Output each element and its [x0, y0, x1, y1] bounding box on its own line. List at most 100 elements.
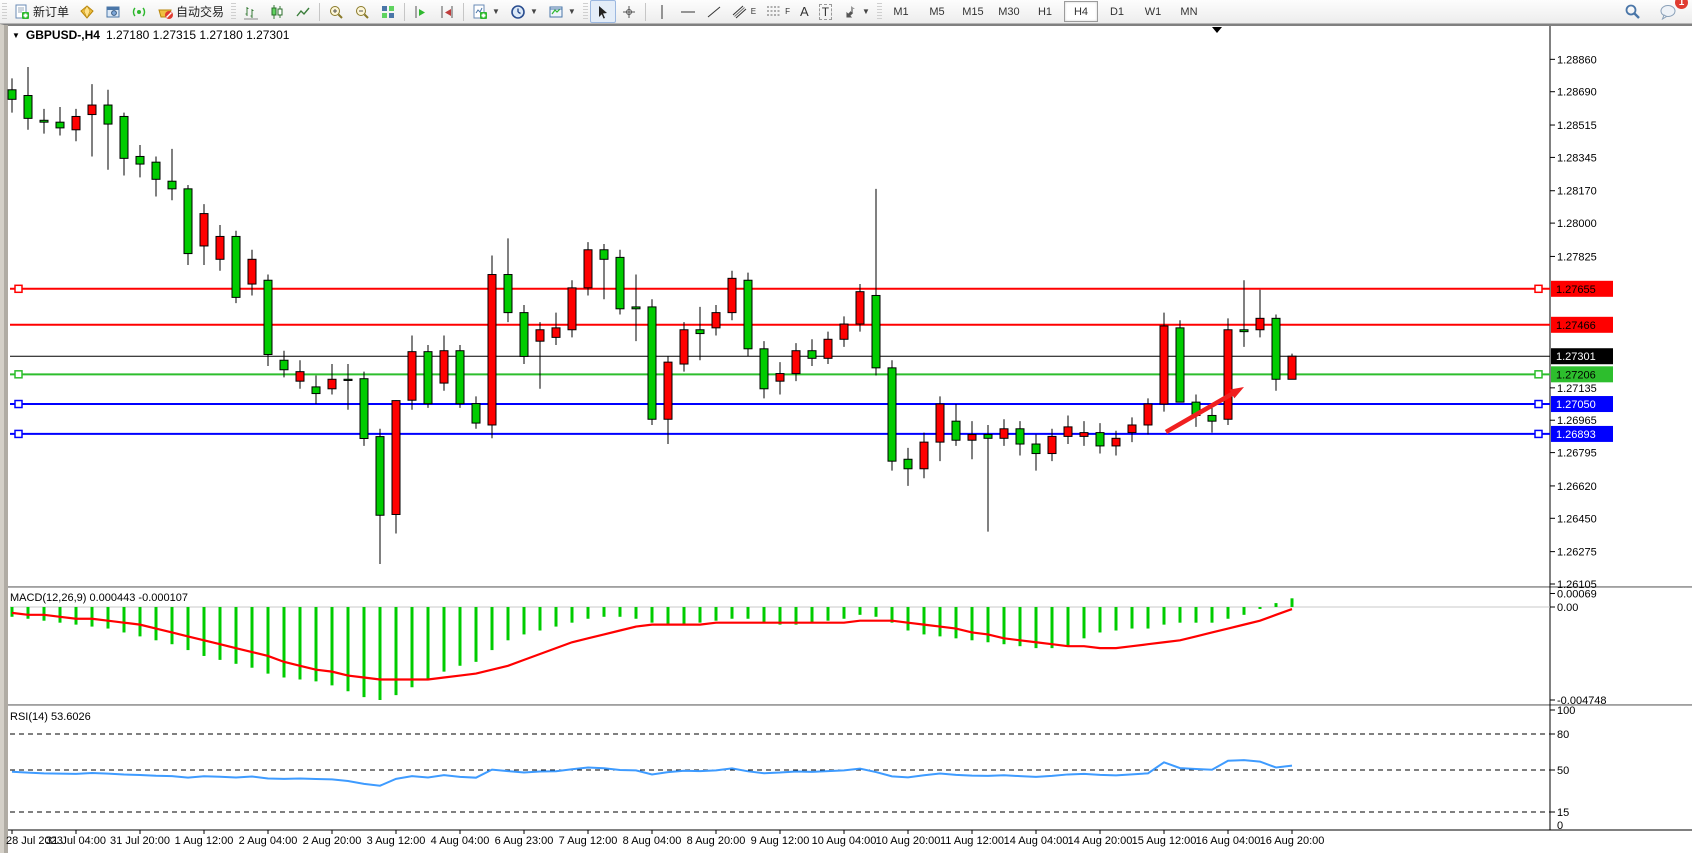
hline-handle [15, 371, 22, 378]
cursor-arrow-icon [595, 4, 611, 20]
indicators-button[interactable]: ▼ [467, 0, 505, 23]
templates-button[interactable]: ▼ [543, 0, 581, 23]
timeframe-h1-button[interactable]: H1 [1028, 1, 1062, 22]
candle-body-up [968, 435, 976, 441]
fibonacci-tool-button[interactable]: F [761, 0, 795, 23]
candle-body-down [1240, 330, 1248, 332]
candle-body-up [1128, 425, 1136, 433]
notifications-button[interactable]: 1 [1654, 0, 1682, 23]
candle-body-up [1288, 356, 1296, 379]
timeframe-h4-button[interactable]: H4 [1064, 1, 1098, 22]
chart-frame [4, 25, 1692, 853]
timeframe-d1-button[interactable]: D1 [1100, 1, 1134, 22]
candle-body-up [664, 362, 672, 419]
gold-diamond-icon [79, 4, 95, 20]
signals-button[interactable] [126, 0, 152, 23]
timeframe-toolbar: M1M5M15M30H1H4D1W1MN [884, 1, 1206, 22]
timeframe-m15-button[interactable]: M15 [956, 1, 990, 22]
zoom-in-button[interactable] [323, 0, 349, 23]
notification-badge: 1 [1675, 0, 1688, 9]
hline-price-tag-label: 1.27301 [1556, 351, 1596, 363]
timeframe-w1-button[interactable]: W1 [1136, 1, 1170, 22]
chart-canvas[interactable]: 1.288601.286901.285151.283451.281701.280… [4, 25, 1692, 853]
market-watch-button[interactable] [74, 0, 100, 23]
candle-body-down [504, 275, 512, 313]
date-label: 6 Aug 23:00 [495, 835, 554, 847]
arrows-tool-button[interactable]: ▼ [837, 0, 875, 23]
date-label: 31 Jul 20:00 [110, 835, 170, 847]
candle-body-up [216, 236, 224, 259]
candle-body-up [1224, 330, 1232, 420]
candlestick-icon [269, 4, 285, 20]
auto-scroll-button[interactable] [408, 0, 434, 23]
price-tick-label: 1.26965 [1557, 415, 1597, 427]
line-chart-type-button[interactable] [290, 0, 316, 23]
tile-windows-button[interactable] [375, 0, 401, 23]
timeframe-m1-button[interactable]: M1 [884, 1, 918, 22]
horizontal-line-tool-button[interactable] [675, 0, 701, 23]
template-icon [548, 4, 564, 20]
chart-shift-button[interactable] [434, 0, 460, 23]
candle-body-down [1032, 444, 1040, 454]
price-tick-label: 1.28860 [1557, 54, 1597, 66]
text-tool-button[interactable]: A [795, 0, 814, 23]
crosshair-tool-button[interactable] [616, 0, 642, 23]
candle-body-down [904, 459, 912, 469]
candle-body-up [408, 352, 416, 401]
new-order-button[interactable]: 新订单 [9, 0, 74, 23]
toolbar-grip[interactable] [2, 3, 7, 21]
hline-handle [15, 285, 22, 292]
hline-price-tag-label: 1.27466 [1556, 320, 1596, 332]
candle-body-up [792, 351, 800, 374]
chart-title-toggle-icon[interactable]: ▼ [12, 31, 20, 40]
main-toolbar: 新订单 自动交易 [0, 0, 1692, 24]
candle-body-up [824, 339, 832, 358]
candle-body-down [1096, 433, 1104, 446]
candle-body-up [1080, 433, 1088, 437]
candle-body-up [1064, 427, 1072, 437]
candle-body-down [1016, 429, 1024, 444]
data-window-button[interactable] [100, 0, 126, 23]
hline-price-tag-label: 1.27050 [1556, 399, 1596, 411]
candle-body-down [376, 437, 384, 516]
hline-handle [1535, 285, 1542, 292]
candle-body-up [200, 214, 208, 246]
vertical-line-icon [654, 4, 670, 20]
candle-body-down [456, 351, 464, 404]
timeframe-m30-button[interactable]: M30 [992, 1, 1026, 22]
bar-chart-type-button[interactable] [238, 0, 264, 23]
text-label-tool-button[interactable]: T [814, 0, 837, 23]
blue-window-icon [105, 4, 121, 20]
rsi-axis-label: 0 [1557, 820, 1563, 832]
candle-body-down [280, 360, 288, 370]
channel-tool-button[interactable]: E [727, 0, 761, 23]
toolbar-grip[interactable] [877, 3, 882, 21]
timeframe-m5-button[interactable]: M5 [920, 1, 954, 22]
price-tick-label: 1.26795 [1557, 448, 1597, 460]
candle-body-down [888, 368, 896, 461]
periods-button[interactable]: ▼ [505, 0, 543, 23]
auto-trading-button[interactable]: 自动交易 [152, 0, 229, 23]
search-button[interactable] [1619, 0, 1646, 23]
signal-waves-icon [131, 4, 147, 20]
candle-chart-type-button[interactable] [264, 0, 290, 23]
toolbar-grip[interactable] [583, 3, 588, 21]
chart-window[interactable]: 1.288601.286901.285151.283451.281701.280… [0, 24, 1692, 853]
hline-price-tag-label: 1.27655 [1556, 284, 1596, 296]
price-tick-label: 1.28690 [1557, 87, 1597, 99]
candle-body-up [552, 328, 560, 338]
trendline-tool-button[interactable] [701, 0, 727, 23]
macd-axis-label: 0.00 [1557, 602, 1578, 614]
candle-body-up [1112, 438, 1120, 446]
cursor-tool-button[interactable] [590, 0, 616, 23]
candle-body-down [648, 307, 656, 419]
hline-price-tag-label: 1.27206 [1556, 369, 1596, 381]
timeframe-mn-button[interactable]: MN [1172, 1, 1206, 22]
rsi-axis-label: 80 [1557, 729, 1569, 741]
toolbar-grip[interactable] [231, 3, 236, 21]
candle-body-down [424, 352, 432, 404]
vertical-line-tool-button[interactable] [649, 0, 675, 23]
zoom-out-button[interactable] [349, 0, 375, 23]
candle-body-down [1272, 318, 1280, 379]
label-tool-label: T [819, 4, 832, 20]
